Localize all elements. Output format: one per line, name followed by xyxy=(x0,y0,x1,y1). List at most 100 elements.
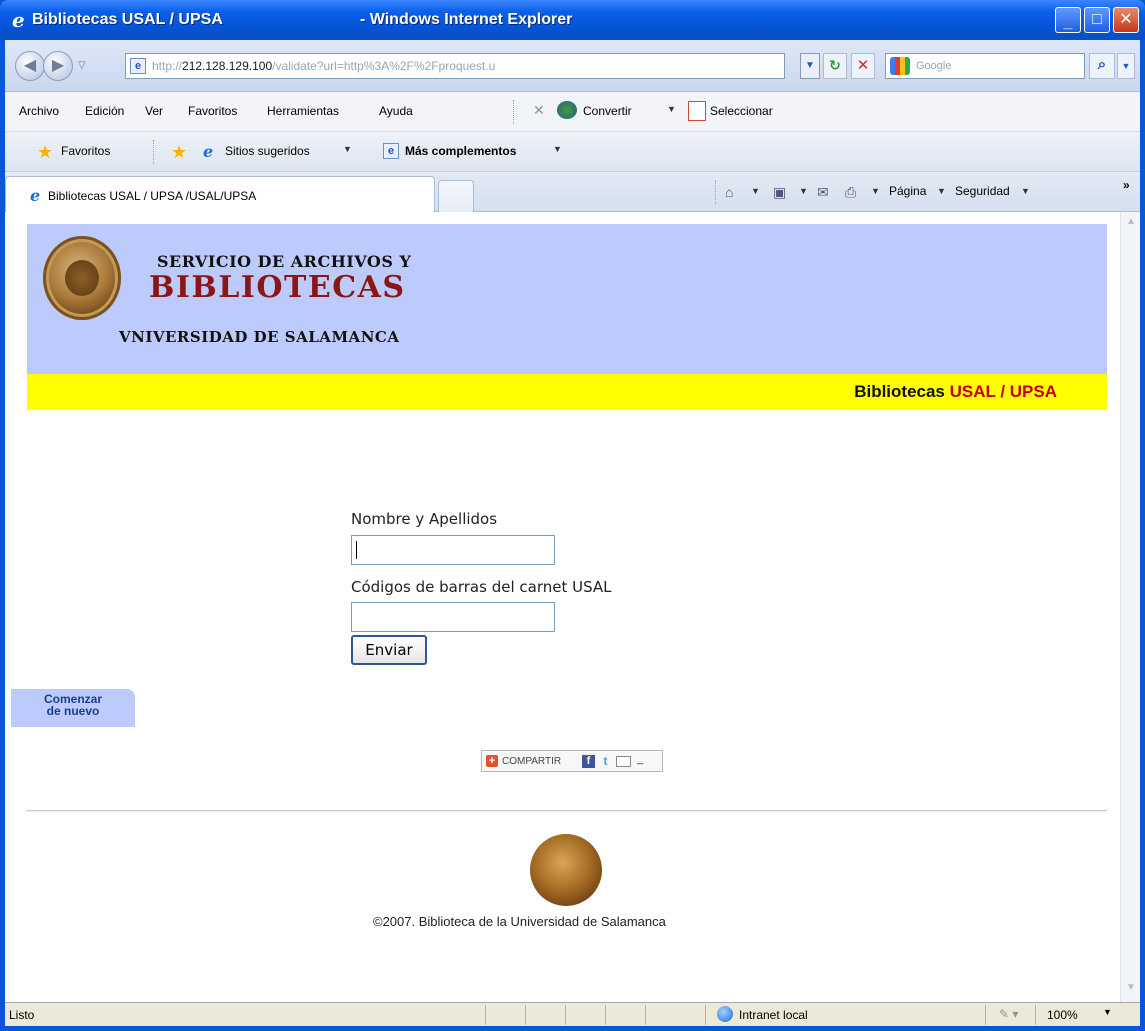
window-app-name: - Windows Internet Explorer xyxy=(360,11,573,28)
stop-button[interactable]: ✕ xyxy=(851,53,875,79)
close-toolbar-icon[interactable]: ✕ xyxy=(533,102,545,119)
copyright-text: ©2007. Biblioteca de la Universidad de S… xyxy=(373,914,666,929)
page-menu[interactable]: Página xyxy=(889,184,926,198)
feed-icon[interactable]: ▣ xyxy=(773,184,786,201)
status-separator xyxy=(1035,1005,1036,1025)
barcode-field[interactable] xyxy=(351,602,555,632)
status-text: Listo xyxy=(9,1008,35,1022)
menu-separator xyxy=(513,100,514,124)
email-share-icon[interactable] xyxy=(616,756,631,767)
text-caret xyxy=(356,541,357,559)
submit-button[interactable]: Enviar xyxy=(351,635,427,665)
menu-herramientas[interactable]: Herramientas xyxy=(267,104,339,118)
banner-university: VNIVERSIDAD DE SALAMANCA xyxy=(119,328,400,346)
feed-dropdown-icon[interactable]: ▼ xyxy=(799,186,808,196)
search-options-icon[interactable]: ▼ xyxy=(1117,53,1135,79)
tab-ie-icon: e xyxy=(30,186,41,205)
maximize-button[interactable]: □ xyxy=(1084,7,1110,33)
search-input[interactable]: Google xyxy=(885,53,1085,79)
zoom-level[interactable]: 100% xyxy=(1047,1008,1078,1022)
status-separator xyxy=(485,1005,486,1025)
status-separator xyxy=(985,1005,986,1025)
refresh-button[interactable]: ↻ xyxy=(823,53,847,79)
scroll-down-icon[interactable]: ▼ xyxy=(1123,982,1139,998)
home-icon[interactable]: ⌂ xyxy=(725,184,733,200)
url-rest: /validate?url=http%3A%2F%2Fproquest.u xyxy=(272,59,496,73)
facebook-icon[interactable]: f xyxy=(582,755,595,768)
restart-button[interactable]: Comenzar de nuevo xyxy=(11,689,135,727)
favorites-button[interactable]: Favoritos xyxy=(61,144,110,158)
select-icon xyxy=(688,101,706,121)
close-button[interactable]: ✕ xyxy=(1113,7,1139,33)
more-commands-icon[interactable]: » xyxy=(1123,178,1130,192)
add-favorite-icon[interactable]: ★ xyxy=(171,143,187,161)
seal-icon xyxy=(43,236,121,320)
print-dropdown-icon[interactable]: ▼ xyxy=(871,186,880,196)
convert-dropdown-icon[interactable]: ▼ xyxy=(667,104,676,114)
new-tab-button[interactable] xyxy=(438,180,474,212)
home-dropdown-icon[interactable]: ▼ xyxy=(751,186,760,196)
status-separator xyxy=(705,1005,706,1025)
maximize-icon: □ xyxy=(1092,11,1102,28)
minimize-icon: _ xyxy=(1063,14,1073,31)
forward-icon: ▶ xyxy=(51,57,65,74)
menu-ayuda[interactable]: Ayuda xyxy=(379,104,413,118)
menu-favoritos[interactable]: Favoritos xyxy=(188,104,237,118)
addons-icon: e xyxy=(383,143,399,159)
search-button[interactable]: ⌕ xyxy=(1089,53,1115,79)
forward-button[interactable]: ▶ xyxy=(43,51,73,81)
history-dropdown-icon[interactable]: ▽ xyxy=(78,60,86,71)
search-placeholder: Google xyxy=(916,60,952,72)
share-button[interactable]: + COMPARTIR f t _ xyxy=(481,750,663,772)
name-field[interactable] xyxy=(351,535,555,565)
mail-icon[interactable]: ✉ xyxy=(817,184,829,201)
twitter-icon[interactable]: t xyxy=(599,755,612,768)
convert-icon xyxy=(557,101,577,119)
protected-mode-icon[interactable]: ✎ ▾ xyxy=(999,1007,1018,1021)
status-separator xyxy=(565,1005,566,1025)
scroll-up-icon[interactable]: ▲ xyxy=(1123,216,1139,232)
banner-line1: SERVICIO DE ARCHIVOS Y xyxy=(157,252,412,271)
suggested-sites-link[interactable]: Sitios sugeridos xyxy=(225,144,310,158)
back-button[interactable]: ◀ xyxy=(15,51,45,81)
security-menu[interactable]: Seguridad xyxy=(955,184,1010,198)
convert-button[interactable]: Convertir xyxy=(583,104,632,118)
footer-divider xyxy=(27,810,1107,812)
vertical-scrollbar[interactable]: ▲ ▼ xyxy=(1120,212,1140,1002)
page-dropdown-icon[interactable]: ▼ xyxy=(937,186,946,196)
brand-part2: USAL / UPSA xyxy=(949,382,1057,401)
address-dropdown-icon[interactable]: ▼ xyxy=(800,53,820,79)
more-share-icon[interactable]: _ xyxy=(637,753,643,765)
menu-ver[interactable]: Ver xyxy=(145,104,163,118)
menu-archivo[interactable]: Archivo xyxy=(19,104,59,118)
barcode-input[interactable] xyxy=(352,603,554,631)
more-addons-link[interactable]: Más complementos xyxy=(405,144,516,158)
banner-title: BIBLIOTECAS xyxy=(149,270,406,305)
barcode-label: Códigos de barras del carnet USAL xyxy=(351,578,612,596)
menu-edicion[interactable]: Edición xyxy=(85,104,124,118)
security-dropdown-icon[interactable]: ▼ xyxy=(1021,186,1030,196)
tab-active[interactable]: e Bibliotecas USAL / UPSA /USAL/UPSA xyxy=(5,176,435,212)
select-button[interactable]: Seleccionar xyxy=(710,104,773,118)
print-icon[interactable]: ⎙ xyxy=(845,184,856,201)
status-bar: Listo Intranet local ✎ ▾ 100% ▼ xyxy=(5,1002,1140,1026)
favorites-bar: ★ Favoritos ★ e Sitios sugeridos ▼ e Más… xyxy=(5,132,1140,172)
zoom-dropdown-icon[interactable]: ▼ xyxy=(1103,1007,1112,1017)
google-icon xyxy=(890,57,910,75)
menu-bar: Archivo Edición Ver Favoritos Herramient… xyxy=(5,92,1140,132)
name-input[interactable] xyxy=(352,536,554,564)
brand-part1: Bibliotecas xyxy=(854,382,945,401)
seal-center xyxy=(65,260,99,296)
url-prefix: http:// xyxy=(152,59,183,73)
name-label: Nombre y Apellidos xyxy=(351,510,498,528)
address-bar[interactable]: e http://212.128.129.100/validate?url=ht… xyxy=(125,53,785,79)
stop-icon: ✕ xyxy=(856,57,870,74)
suggested-dropdown-icon[interactable]: ▼ xyxy=(343,144,352,154)
restart-line2: de nuevo xyxy=(46,704,100,718)
addons-dropdown-icon[interactable]: ▼ xyxy=(553,144,562,154)
browser-client: ◀ ▶ ▽ e http://212.128.129.100/validate?… xyxy=(5,40,1140,1026)
ie-logo-icon: e xyxy=(12,8,25,32)
footer-seal-icon xyxy=(530,834,602,906)
address-url[interactable]: http://212.128.129.100/validate?url=http… xyxy=(152,59,495,73)
minimize-button[interactable]: _ xyxy=(1055,7,1081,33)
